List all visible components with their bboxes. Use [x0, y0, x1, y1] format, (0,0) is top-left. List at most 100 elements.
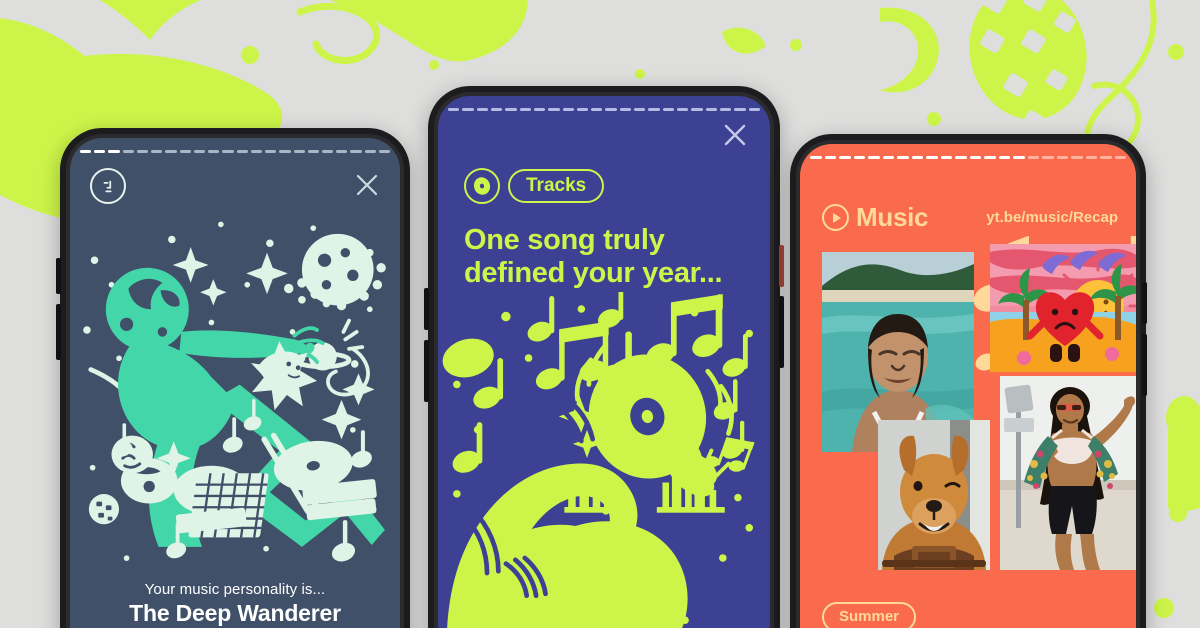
progress-segment[interactable] — [591, 108, 603, 111]
progress-segment[interactable] — [136, 150, 149, 153]
progress-segment[interactable] — [955, 156, 967, 159]
progress-segment[interactable] — [476, 108, 488, 111]
progress-segment[interactable] — [984, 156, 996, 159]
progress-segment[interactable] — [222, 150, 234, 153]
recap-footer: Summer Tití Me Preguntó Bad Bunny — [822, 602, 1118, 628]
progress-segment[interactable] — [94, 150, 106, 153]
progress-segment[interactable] — [926, 156, 938, 159]
progress-segment[interactable] — [533, 108, 546, 111]
photo-dog[interactable] — [878, 420, 990, 570]
progress-segment[interactable] — [236, 150, 248, 153]
progress-segment[interactable] — [321, 150, 334, 153]
progress-segment[interactable] — [490, 108, 503, 111]
progress-segment[interactable] — [165, 150, 177, 153]
progress-segment[interactable] — [998, 156, 1010, 159]
personality-kicker: Your music personality is... — [144, 580, 326, 598]
progress-segment[interactable] — [719, 108, 732, 111]
tracks-chip-row[interactable]: Tracks — [464, 168, 605, 204]
phone1-power-button[interactable] — [56, 304, 61, 360]
progress-segment[interactable] — [548, 108, 560, 111]
season-chip[interactable]: Summer — [822, 602, 917, 628]
tracks-chip-label[interactable]: Tracks — [508, 169, 605, 203]
phone1-screen: Your music personality is... The Deep Wa… — [70, 138, 400, 628]
progress-segment[interactable] — [505, 108, 517, 111]
close-icon[interactable] — [722, 122, 748, 148]
progress-segment[interactable] — [208, 150, 220, 153]
progress-segment[interactable] — [911, 156, 923, 159]
phone2-volume-down-button[interactable] — [424, 340, 429, 402]
progress-segment[interactable] — [293, 150, 305, 153]
progress-segment[interactable] — [1114, 156, 1126, 159]
progress-segment[interactable] — [897, 156, 909, 159]
progress-segment[interactable] — [705, 108, 717, 111]
progress-segment[interactable] — [193, 150, 206, 153]
youtube-music-play-icon — [822, 204, 849, 231]
story-progress-bar-3[interactable] — [800, 156, 1136, 159]
progress-segment[interactable] — [969, 156, 981, 159]
progress-segment[interactable] — [250, 150, 263, 153]
progress-segment[interactable] — [108, 150, 120, 153]
progress-segment[interactable] — [179, 150, 191, 153]
progress-segment[interactable] — [80, 150, 92, 153]
progress-segment[interactable] — [1100, 156, 1112, 159]
photo-album-art[interactable] — [990, 244, 1136, 372]
phone2-side-button[interactable] — [779, 296, 784, 368]
progress-segment[interactable] — [824, 156, 836, 159]
story-progress-bar-1[interactable] — [70, 150, 400, 153]
progress-segment[interactable] — [562, 108, 574, 111]
progress-segment[interactable] — [691, 108, 703, 111]
progress-segment[interactable] — [265, 150, 277, 153]
phone1-topbar — [70, 154, 400, 204]
story-progress-bar-2[interactable] — [438, 108, 770, 111]
phone2-bezel: Tracks One song truly defined your year.… — [434, 92, 774, 628]
progress-segment[interactable] — [1085, 156, 1097, 159]
tracks-headline: One song truly defined your year... — [464, 224, 723, 290]
progress-segment[interactable] — [151, 150, 163, 153]
phone-personality: Your music personality is... The Deep Wa… — [60, 128, 410, 628]
disco-ball-icon — [969, 0, 1087, 132]
progress-segment[interactable] — [810, 156, 822, 159]
brand-lockup: Music — [822, 202, 928, 233]
progress-segment[interactable] — [605, 108, 617, 111]
phone-recap: Music yt.be/music/Recap Summer — [790, 134, 1146, 628]
progress-segment[interactable] — [519, 108, 531, 111]
progress-segment[interactable] — [748, 108, 760, 111]
recap-url[interactable]: yt.be/music/Recap — [986, 209, 1118, 226]
progress-segment[interactable] — [448, 108, 460, 111]
progress-segment[interactable] — [1027, 156, 1039, 159]
progress-segment[interactable] — [1071, 156, 1083, 159]
progress-segment[interactable] — [677, 108, 689, 111]
vinyl-figure-illustration — [442, 292, 756, 628]
progress-segment[interactable] — [1056, 156, 1068, 159]
progress-segment[interactable] — [868, 156, 880, 159]
progress-segment[interactable] — [364, 150, 376, 153]
progress-segment[interactable] — [1042, 156, 1054, 159]
photo-beach-woman[interactable] — [1000, 376, 1136, 570]
progress-segment[interactable] — [336, 150, 348, 153]
progress-segment[interactable] — [853, 156, 865, 159]
progress-segment[interactable] — [1013, 156, 1025, 159]
progress-segment[interactable] — [279, 150, 291, 153]
close-icon[interactable] — [354, 172, 380, 198]
progress-segment[interactable] — [378, 150, 391, 153]
phone3-power-button[interactable] — [1142, 282, 1147, 324]
brand-label: Music — [856, 202, 929, 232]
progress-segment[interactable] — [122, 150, 134, 153]
phone2-volume-button[interactable] — [424, 288, 429, 330]
phone3-volume-button[interactable] — [1142, 334, 1147, 396]
progress-segment[interactable] — [576, 108, 589, 111]
progress-segment[interactable] — [648, 108, 660, 111]
progress-segment[interactable] — [662, 108, 674, 111]
progress-segment[interactable] — [619, 108, 632, 111]
progress-segment[interactable] — [882, 156, 894, 159]
progress-segment[interactable] — [634, 108, 646, 111]
progress-segment[interactable] — [734, 108, 746, 111]
progress-segment[interactable] — [839, 156, 851, 159]
progress-segment[interactable] — [307, 150, 319, 153]
phone1-volume-button[interactable] — [56, 258, 61, 294]
progress-segment[interactable] — [940, 156, 952, 159]
phone2-screen: Tracks One song truly defined your year.… — [438, 96, 770, 628]
progress-segment[interactable] — [462, 108, 474, 111]
progress-segment[interactable] — [350, 150, 362, 153]
phone2-power-button[interactable] — [779, 245, 784, 287]
